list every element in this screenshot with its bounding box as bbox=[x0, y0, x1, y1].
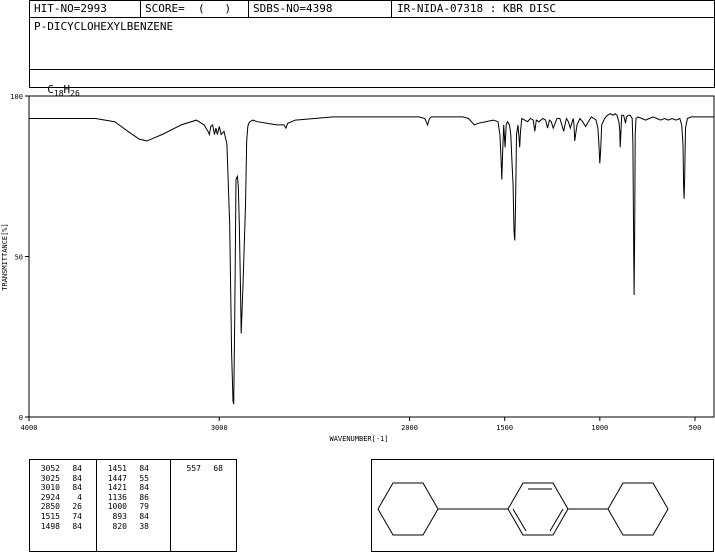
peak-row: 820 38 bbox=[103, 522, 149, 532]
ir-spectrum-chart: 4000 3000 2000 1500 1000 500 0 50 100 WAVENUMBER… bbox=[1, 93, 715, 443]
x-tick-label: 4000 bbox=[21, 424, 38, 432]
peak-row: 1515 74 bbox=[36, 512, 82, 522]
peak-transmittance: 68 bbox=[213, 464, 223, 473]
peak-transmittance: 84 bbox=[72, 464, 82, 473]
y-tick-label: 50 bbox=[15, 254, 23, 262]
peak-row: 3025 84 bbox=[36, 474, 82, 484]
peak-wavenumber: 3010 bbox=[40, 483, 60, 493]
y-tick-label: 0 bbox=[19, 414, 23, 422]
benzene-ring bbox=[507, 482, 569, 536]
peak-wavenumber: 1515 bbox=[40, 511, 60, 521]
peak-wavenumber: 557 bbox=[186, 464, 201, 473]
peak-wavenumber: 820 bbox=[112, 521, 127, 531]
peak-column-3: 557 68 bbox=[177, 464, 223, 474]
peak-wavenumber: 1498 bbox=[40, 521, 60, 531]
peak-wavenumber: 893 bbox=[112, 511, 127, 521]
peak-row: 1498 84 bbox=[36, 522, 82, 532]
peak-transmittance: 84 bbox=[72, 521, 82, 531]
peak-wavenumber: 1000 bbox=[107, 502, 127, 512]
peak-transmittance: 84 bbox=[72, 473, 82, 483]
y-axis-label: TRANSMITTANCE[%] bbox=[1, 223, 9, 290]
peak-row: 1451 84 bbox=[103, 464, 149, 474]
peak-row: 1136 86 bbox=[103, 493, 149, 503]
x-axis-label: WAVENUMBER[-1] bbox=[329, 435, 388, 443]
peak-row: 1000 79 bbox=[103, 502, 149, 512]
peak-transmittance: 55 bbox=[139, 473, 149, 483]
peak-column-2: 1451 84 1447 55 1421 84 1136 86 1000 79 893 84 820 38 bbox=[103, 464, 149, 531]
peak-column-1: 3052 84 3025 84 3010 84 2924 4 2850 26 1515 74 1498 8… bbox=[36, 464, 82, 531]
peak-table-divider-2 bbox=[170, 459, 171, 552]
cyclohexane-ring-right bbox=[607, 482, 669, 536]
peak-row: 1421 84 bbox=[103, 483, 149, 493]
peak-transmittance: 74 bbox=[72, 511, 82, 521]
x-tick-label: 3000 bbox=[211, 424, 228, 432]
peak-transmittance: 4 bbox=[77, 492, 82, 502]
peak-transmittance: 84 bbox=[139, 464, 149, 473]
peak-transmittance: 84 bbox=[139, 483, 149, 493]
x-tick-label: 1500 bbox=[496, 424, 513, 432]
benzene-double-bond-2 bbox=[512, 508, 527, 532]
peak-table-divider-1 bbox=[96, 459, 97, 552]
peak-transmittance: 86 bbox=[139, 492, 149, 502]
peak-row: 3052 84 bbox=[36, 464, 82, 474]
peak-wavenumber: 2924 bbox=[40, 492, 60, 502]
peak-transmittance: 79 bbox=[139, 502, 149, 512]
peak-wavenumber: 3052 bbox=[40, 464, 60, 473]
peak-transmittance: 26 bbox=[72, 502, 82, 512]
peak-transmittance: 84 bbox=[139, 511, 149, 521]
peak-wavenumber: 1447 bbox=[107, 473, 127, 483]
spectrum-line bbox=[29, 113, 714, 405]
peak-row: 2924 4 bbox=[36, 493, 82, 503]
x-tick-label: 2000 bbox=[401, 424, 418, 432]
peak-row: 893 84 bbox=[103, 512, 149, 522]
cyclohexane-ring-left bbox=[377, 482, 439, 536]
molecular-structure bbox=[377, 482, 669, 536]
benzene-double-bond-3 bbox=[549, 508, 564, 532]
peak-row: 2850 26 bbox=[36, 502, 82, 512]
peak-transmittance: 38 bbox=[139, 521, 149, 531]
peak-row: 3010 84 bbox=[36, 483, 82, 493]
peak-wavenumber: 1136 bbox=[107, 492, 127, 502]
x-tick-label: 1000 bbox=[591, 424, 608, 432]
x-tick-label: 500 bbox=[689, 424, 702, 432]
peak-row: 557 68 bbox=[177, 464, 223, 474]
peak-wavenumber: 3025 bbox=[40, 473, 60, 483]
peak-transmittance: 84 bbox=[72, 483, 82, 493]
y-tick-label: 100 bbox=[10, 93, 23, 101]
plot-frame bbox=[28, 95, 715, 418]
peak-wavenumber: 1451 bbox=[107, 464, 127, 473]
peak-wavenumber: 1421 bbox=[107, 483, 127, 493]
peak-row: 1447 55 bbox=[103, 474, 149, 484]
peak-wavenumber: 2850 bbox=[40, 502, 60, 512]
